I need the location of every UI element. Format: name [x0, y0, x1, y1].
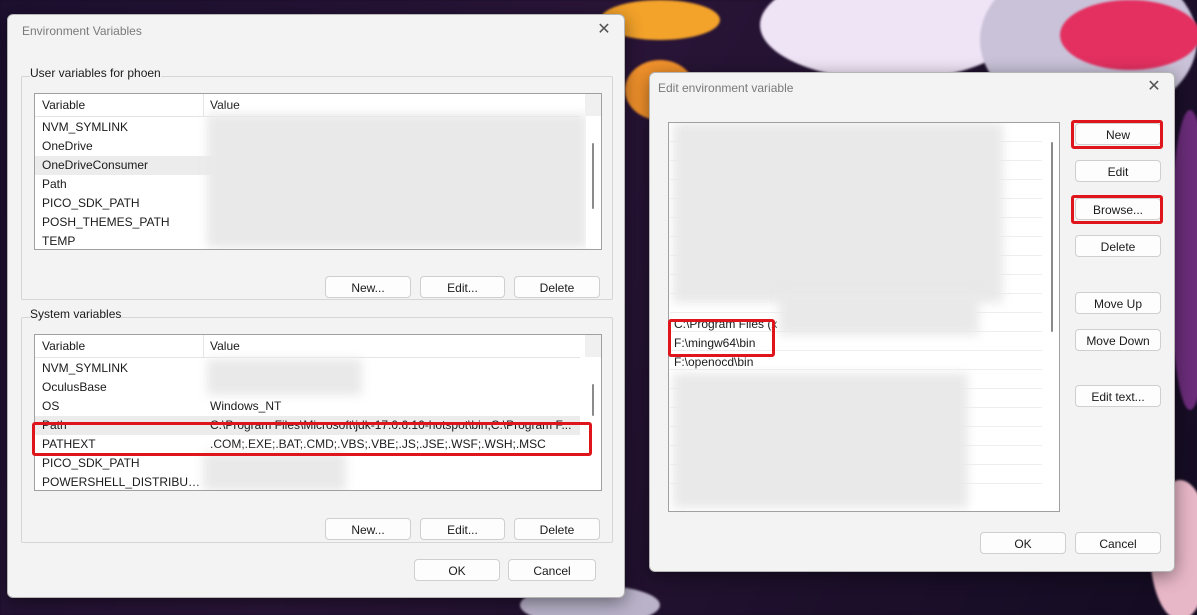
system-variables-label: System variables: [30, 307, 122, 321]
new-button[interactable]: New: [1075, 123, 1161, 145]
header-corner: [585, 94, 601, 116]
column-separator: [203, 94, 204, 116]
delete-button[interactable]: Delete: [1075, 235, 1161, 257]
scrollbar-thumb[interactable]: [1051, 142, 1053, 332]
column-header-variable[interactable]: Variable: [42, 98, 85, 112]
edit-text-button[interactable]: Edit text...: [1075, 385, 1161, 407]
close-icon[interactable]: ✕: [592, 20, 616, 40]
column-separator: [203, 335, 204, 357]
ok-button[interactable]: OK: [414, 559, 500, 581]
dialog-title: Environment Variables: [22, 24, 142, 38]
column-header-value[interactable]: Value: [210, 98, 240, 112]
system-edit-button[interactable]: Edit...: [420, 518, 505, 540]
user-variables-group: User variables for phoen Variable Value …: [21, 66, 613, 300]
table-row[interactable]: OS Windows_NT: [35, 397, 580, 416]
vertical-scrollbar[interactable]: [586, 336, 600, 489]
user-new-button[interactable]: New...: [325, 276, 411, 298]
system-variables-list[interactable]: Variable Value NVM_SYMLINK OculusBase OS…: [34, 334, 602, 491]
dialog-title: Edit environment variable: [658, 81, 794, 95]
table-row[interactable]: PATHEXT .COM;.EXE;.BAT;.CMD;.VBS;.VBE;.JS…: [35, 435, 580, 454]
vertical-scrollbar[interactable]: [1046, 124, 1058, 510]
move-up-button[interactable]: Move Up: [1075, 292, 1161, 314]
path-entries-list[interactable]: C:\Program Files (x F:\mingw64\bin F:\op…: [668, 122, 1060, 512]
redacted-values: [207, 359, 362, 395]
environment-variables-dialog: Environment Variables ✕ User variables f…: [7, 14, 625, 598]
cancel-button[interactable]: Cancel: [1075, 532, 1161, 554]
user-edit-button[interactable]: Edit...: [420, 276, 505, 298]
redacted-values: [203, 453, 346, 490]
user-variables-label: User variables for phoen: [30, 66, 161, 80]
browse-button[interactable]: Browse...: [1075, 198, 1161, 220]
vertical-scrollbar[interactable]: [586, 95, 600, 248]
close-icon[interactable]: ✕: [1142, 77, 1166, 97]
path-entry[interactable]: F:\openocd\bin: [674, 353, 1044, 372]
cancel-button[interactable]: Cancel: [508, 559, 596, 581]
edit-environment-variable-dialog: Edit environment variable ✕ C:\Program F…: [649, 72, 1175, 572]
path-entry-mingw[interactable]: F:\mingw64\bin: [674, 334, 1044, 353]
system-delete-button[interactable]: Delete: [514, 518, 600, 540]
redacted-entries: [779, 291, 979, 335]
header-corner: [585, 335, 601, 357]
column-header-variable[interactable]: Variable: [42, 339, 85, 353]
move-down-button[interactable]: Move Down: [1075, 329, 1161, 351]
list-header: Variable Value: [35, 335, 580, 358]
redacted-values: [207, 114, 587, 248]
user-variables-list[interactable]: Variable Value NVM_SYMLINK OneDrive OneD…: [34, 93, 602, 250]
user-delete-button[interactable]: Delete: [514, 276, 600, 298]
system-new-button[interactable]: New...: [325, 518, 411, 540]
system-variables-group: System variables Variable Value NVM_SYML…: [21, 307, 613, 543]
edit-button[interactable]: Edit: [1075, 160, 1161, 182]
scrollbar-thumb[interactable]: [592, 143, 594, 209]
redacted-entries: [673, 373, 968, 508]
redacted-entries: [673, 123, 1003, 303]
ok-button[interactable]: OK: [980, 532, 1066, 554]
column-header-value[interactable]: Value: [210, 339, 240, 353]
scrollbar-thumb[interactable]: [592, 384, 594, 416]
table-row-path-selected[interactable]: Path C:\Program Files\Microsoft\jdk-17.0.…: [35, 416, 580, 435]
